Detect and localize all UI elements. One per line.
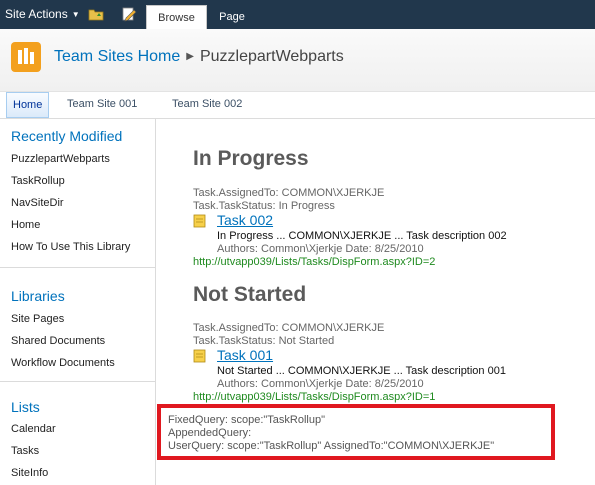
site-actions-menu[interactable]: Site Actions ▼ xyxy=(5,7,80,21)
task-001-url[interactable]: http://utvapp039/Lists/Tasks/DispForm.as… xyxy=(193,391,435,403)
task-001-description: Not Started ... COMMON\XJERKJE ... Task … xyxy=(217,365,506,377)
sidebar-item-taskrollup[interactable]: TaskRollup xyxy=(11,175,65,187)
fixed-query-text: FixedQuery: scope:"TaskRollup" xyxy=(168,414,325,426)
task-001-link[interactable]: Task 001 xyxy=(217,347,273,363)
task-002-link[interactable]: Task 002 xyxy=(217,212,273,228)
group-task-status: Task.TaskStatus: Not Started xyxy=(193,335,335,347)
sidebar-item-tasks[interactable]: Tasks xyxy=(11,445,39,457)
sidebar-item-calendar[interactable]: Calendar xyxy=(11,423,56,435)
sidebar-item-how-to-use[interactable]: How To Use This Library xyxy=(11,241,130,253)
sidebar-item-siteinfo[interactable]: SiteInfo xyxy=(11,467,48,479)
task-002-authors: Authors: Common\Xjerkje Date: 8/25/2010 xyxy=(217,243,424,255)
chevron-down-icon: ▼ xyxy=(71,9,80,19)
tab-browse[interactable]: Browse xyxy=(146,5,207,29)
user-query-text: UserQuery: scope:"TaskRollup" AssignedTo… xyxy=(168,440,495,452)
breadcrumb-current: PuzzlepartWebparts xyxy=(199,48,344,65)
breadcrumb-arrow-icon: ▶ xyxy=(186,51,194,62)
task-item-icon xyxy=(193,349,206,363)
sidebar-item-navsitedir[interactable]: NavSiteDir xyxy=(11,197,64,209)
topnav-team-site-002[interactable]: Team Site 002 xyxy=(172,92,242,117)
tab-page[interactable]: Page xyxy=(212,5,252,29)
site-logo-icon[interactable] xyxy=(11,42,41,72)
group-assigned-to: Task.AssignedTo: COMMON\XJERKJE xyxy=(193,187,385,199)
topnav-team-site-001[interactable]: Team Site 001 xyxy=(67,92,137,117)
task-002-description: In Progress ... COMMON\XJERKJE ... Task … xyxy=(217,230,507,242)
sidebar-item-puzzlepartwebparts[interactable]: PuzzlepartWebparts xyxy=(11,153,110,165)
sidebar-header-lists[interactable]: Lists xyxy=(11,399,40,415)
sidebar-item-site-pages[interactable]: Site Pages xyxy=(11,313,64,325)
site-actions-label: Site Actions xyxy=(5,7,68,21)
sidebar-divider xyxy=(0,381,155,382)
title-area: Team Sites Home ▶ PuzzlepartWebparts xyxy=(0,29,595,92)
navigate-up-folder-icon[interactable] xyxy=(88,7,104,21)
sidebar-item-shared-documents[interactable]: Shared Documents xyxy=(11,335,105,347)
sidebar-item-home[interactable]: Home xyxy=(11,219,40,231)
appended-query-text: AppendedQuery: xyxy=(168,427,252,439)
group-heading-not-started: Not Started xyxy=(193,283,307,306)
ribbon-bar: Site Actions ▼ Browse Page xyxy=(0,0,595,29)
sidebar-divider xyxy=(0,267,155,268)
task-item-icon xyxy=(193,214,206,228)
breadcrumb-parent-link[interactable]: Team Sites Home xyxy=(54,48,180,65)
group-assigned-to: Task.AssignedTo: COMMON\XJERKJE xyxy=(193,322,385,334)
task-001-authors: Authors: Common\Xjerkje Date: 8/25/2010 xyxy=(217,378,424,390)
group-task-status: Task.TaskStatus: In Progress xyxy=(193,200,335,212)
sidebar-item-workflow-documents[interactable]: Workflow Documents xyxy=(11,357,115,369)
topnav-home[interactable]: Home xyxy=(6,92,50,118)
group-heading-in-progress: In Progress xyxy=(193,147,309,170)
top-navigation: Home Team Site 001 Team Site 002 xyxy=(0,92,595,119)
sidebar-header-libraries[interactable]: Libraries xyxy=(11,288,65,304)
edit-page-icon[interactable] xyxy=(121,6,137,22)
task-002-url[interactable]: http://utvapp039/Lists/Tasks/DispForm.as… xyxy=(193,256,435,268)
sidebar-header-recently-modified[interactable]: Recently Modified xyxy=(11,128,122,144)
breadcrumb: Team Sites Home ▶ PuzzlepartWebparts xyxy=(54,48,344,66)
quick-launch-sidebar: Recently Modified PuzzlepartWebparts Tas… xyxy=(0,119,156,485)
